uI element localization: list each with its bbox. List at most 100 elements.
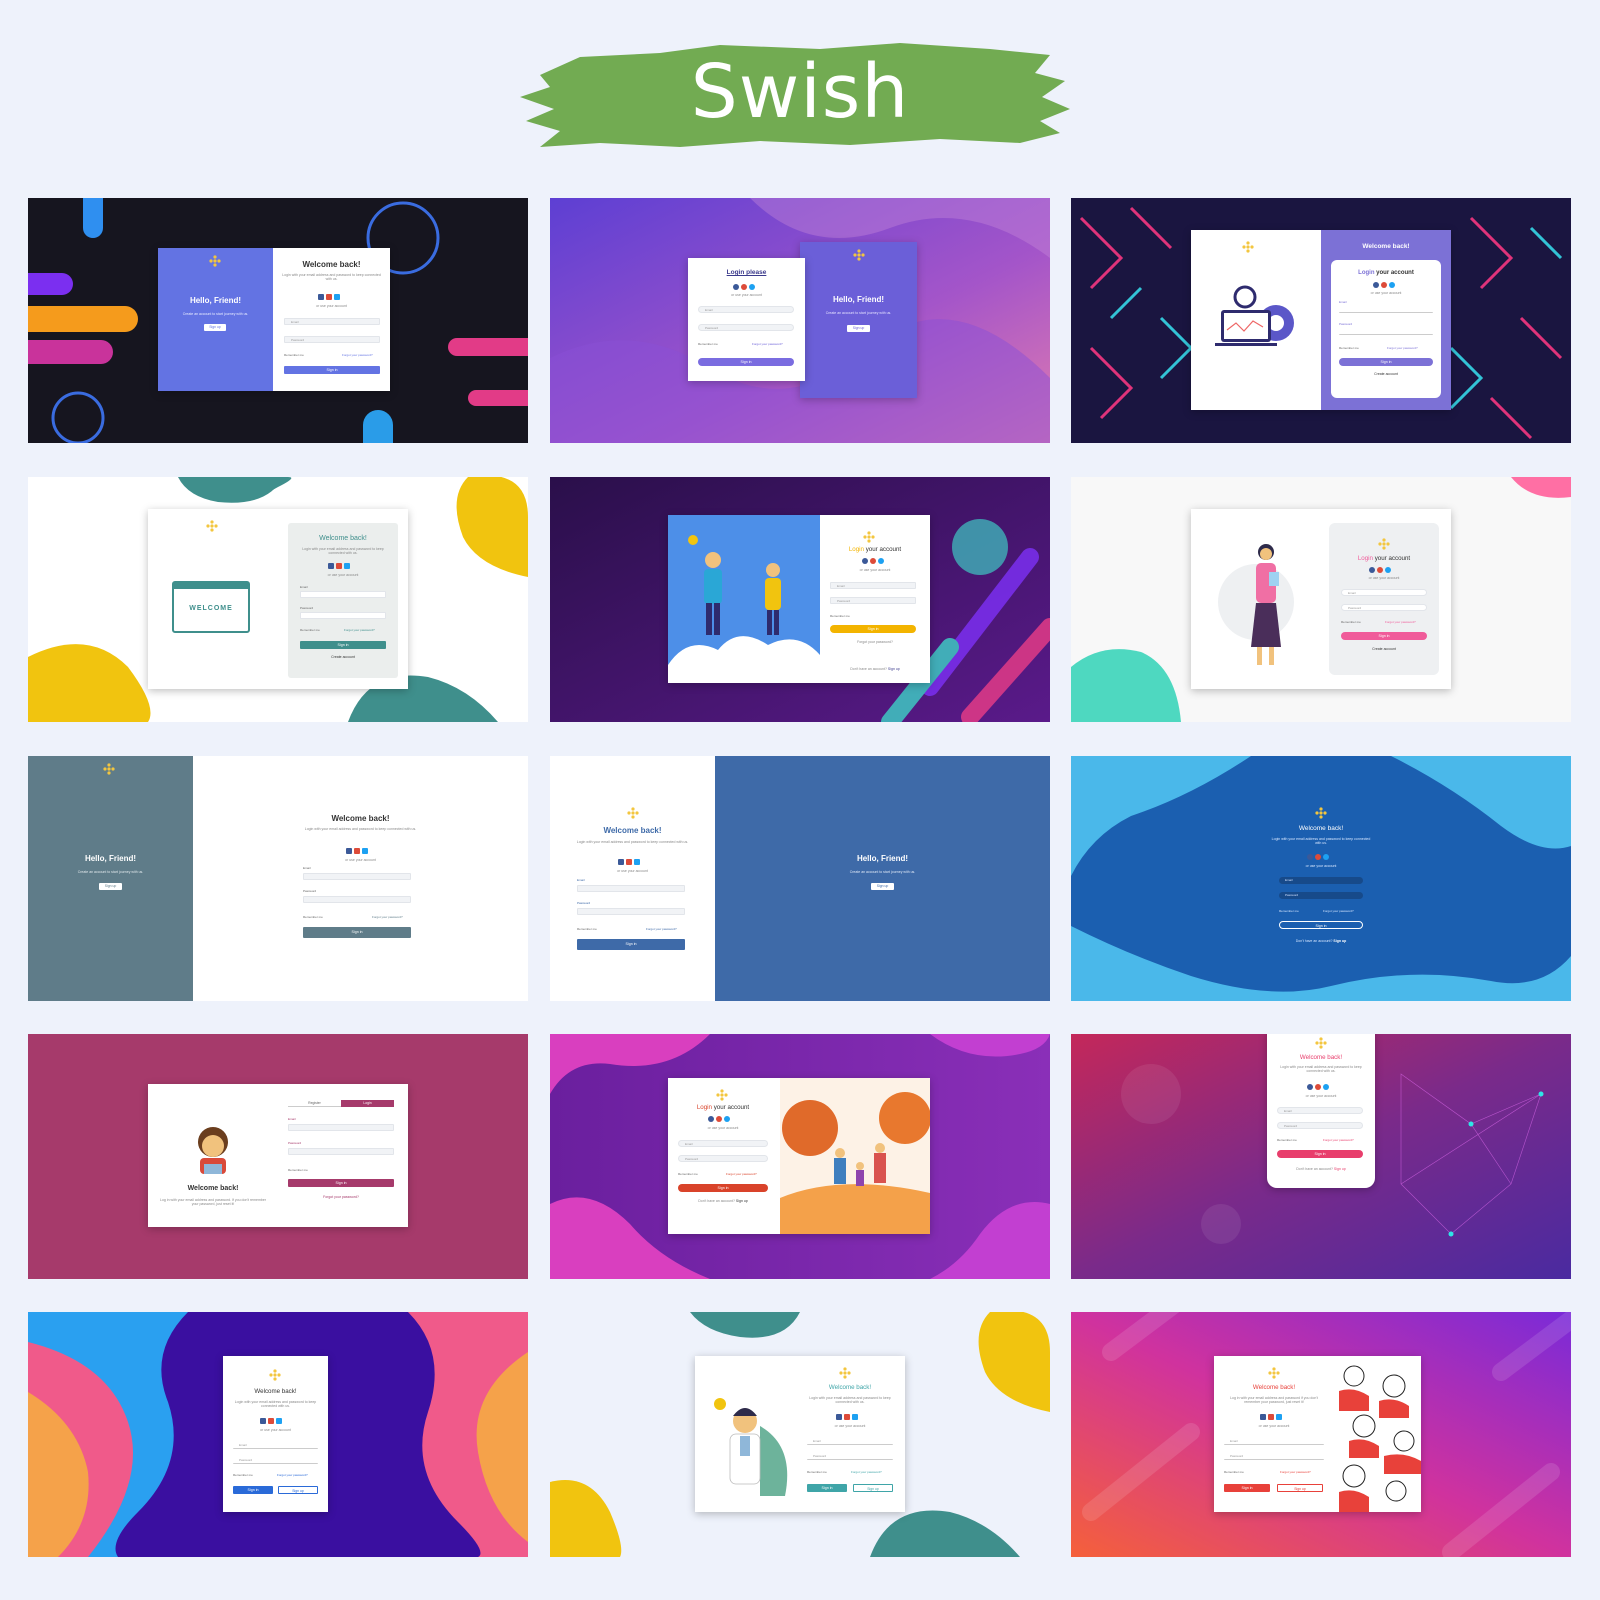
tab-register[interactable]: Register bbox=[288, 1100, 341, 1107]
email-field[interactable]: Email bbox=[284, 318, 380, 325]
forgot-link[interactable]: Forgot your password? bbox=[820, 640, 930, 644]
password-field[interactable]: Password bbox=[284, 336, 380, 343]
create-account-link[interactable]: Create account bbox=[1329, 647, 1439, 651]
remember-checkbox[interactable]: Remember me bbox=[1279, 909, 1299, 913]
google-plus-icon[interactable] bbox=[741, 284, 747, 290]
remember-checkbox[interactable]: Remember me bbox=[1224, 1470, 1244, 1474]
twitter-icon[interactable] bbox=[1276, 1414, 1282, 1420]
remember-checkbox[interactable]: Remember me bbox=[233, 1473, 253, 1477]
email-field[interactable]: Email bbox=[1279, 877, 1363, 884]
email-field[interactable]: Email bbox=[807, 1438, 893, 1445]
forgot-link[interactable]: Forgot your password? bbox=[1385, 620, 1416, 624]
signup-link[interactable]: Sign up bbox=[1334, 1167, 1346, 1171]
email-field[interactable]: Email bbox=[1277, 1107, 1363, 1114]
forgot-link[interactable]: Forgot your password? bbox=[277, 1473, 308, 1477]
remember-checkbox[interactable]: Remember me bbox=[830, 614, 850, 618]
twitter-icon[interactable] bbox=[878, 558, 884, 564]
google-plus-icon[interactable] bbox=[870, 558, 876, 564]
email-field[interactable]: Email bbox=[233, 1442, 318, 1449]
signin-button[interactable]: Sign in bbox=[1341, 632, 1427, 640]
google-plus-icon[interactable] bbox=[844, 1414, 850, 1420]
remember-checkbox[interactable]: Remember me bbox=[577, 927, 597, 931]
remember-checkbox[interactable]: Remember me bbox=[678, 1172, 698, 1176]
email-field[interactable]: Email bbox=[678, 1140, 768, 1147]
signin-button[interactable]: Sign in bbox=[1224, 1484, 1270, 1492]
password-field[interactable]: Password bbox=[1224, 1453, 1324, 1460]
twitter-icon[interactable] bbox=[362, 848, 368, 854]
email-field[interactable]: Email bbox=[1341, 589, 1427, 596]
signin-button[interactable]: Sign in bbox=[678, 1184, 768, 1192]
twitter-icon[interactable] bbox=[1323, 854, 1329, 860]
remember-checkbox[interactable]: Remember me bbox=[698, 342, 718, 346]
template-thumbnail-8[interactable]: Hello, Friend! Create an account to star… bbox=[550, 756, 1050, 1001]
template-thumbnail-12[interactable]: Welcome back! Login with your email addr… bbox=[1071, 1034, 1571, 1279]
remember-checkbox[interactable]: Remember me bbox=[1277, 1138, 1297, 1142]
facebook-icon[interactable] bbox=[733, 284, 739, 290]
google-plus-icon[interactable] bbox=[1315, 1084, 1321, 1090]
forgot-link[interactable]: Forgot your password? bbox=[342, 353, 373, 357]
password-field[interactable]: Password bbox=[807, 1453, 893, 1460]
password-field[interactable] bbox=[300, 612, 386, 619]
signup-button[interactable]: Sign up bbox=[1277, 1484, 1323, 1492]
password-field[interactable]: Password bbox=[1279, 892, 1363, 899]
password-field[interactable]: Password bbox=[1341, 604, 1427, 611]
template-thumbnail-10[interactable]: Welcome back! Log in with your email add… bbox=[28, 1034, 528, 1279]
email-field[interactable]: Email bbox=[830, 582, 916, 589]
template-thumbnail-15[interactable]: Welcome back! Log in with your email add… bbox=[1071, 1312, 1571, 1557]
signin-button[interactable]: Sign in bbox=[807, 1484, 847, 1492]
remember-checkbox[interactable]: Remember me bbox=[300, 628, 320, 632]
password-field[interactable]: Password bbox=[233, 1457, 318, 1464]
signup-button[interactable]: Sign up bbox=[847, 325, 870, 332]
facebook-icon[interactable] bbox=[862, 558, 868, 564]
google-plus-icon[interactable] bbox=[716, 1116, 722, 1122]
google-plus-icon[interactable] bbox=[1377, 567, 1383, 573]
template-thumbnail-2[interactable]: Hello, Friend! Create an account to star… bbox=[550, 198, 1050, 443]
template-thumbnail-6[interactable]: Login your account or use your account E… bbox=[1071, 477, 1571, 722]
template-thumbnail-5[interactable]: Login your account or use your account E… bbox=[550, 477, 1050, 722]
template-thumbnail-9[interactable]: Welcome back! Login with your email addr… bbox=[1071, 756, 1571, 1001]
email-field[interactable] bbox=[288, 1124, 394, 1131]
facebook-icon[interactable] bbox=[1373, 282, 1379, 288]
forgot-link[interactable]: Forgot your password? bbox=[1323, 1138, 1354, 1142]
template-thumbnail-14[interactable]: Welcome back! Login with your email addr… bbox=[550, 1312, 1050, 1557]
twitter-icon[interactable] bbox=[344, 563, 350, 569]
signup-link[interactable]: Sign up bbox=[1333, 939, 1346, 943]
facebook-icon[interactable] bbox=[1307, 854, 1313, 860]
forgot-link[interactable]: Forgot your password? bbox=[372, 915, 403, 919]
signin-button[interactable]: Sign in bbox=[288, 1179, 394, 1187]
forgot-link[interactable]: Forgot your password? bbox=[288, 1195, 394, 1199]
remember-checkbox[interactable]: Remember me bbox=[1341, 620, 1361, 624]
email-field[interactable] bbox=[300, 591, 386, 598]
signup-button[interactable]: Sign up bbox=[853, 1484, 893, 1492]
signin-button[interactable]: Sign in bbox=[233, 1486, 273, 1494]
signin-button[interactable]: Sign in bbox=[577, 939, 685, 950]
email-field[interactable] bbox=[577, 885, 685, 892]
facebook-icon[interactable] bbox=[328, 563, 334, 569]
forgot-link[interactable]: Forgot your password? bbox=[1280, 1470, 1311, 1474]
signup-button[interactable]: Sign up bbox=[871, 883, 894, 890]
facebook-icon[interactable] bbox=[618, 859, 624, 865]
signin-button[interactable]: Sign in bbox=[698, 358, 794, 366]
facebook-icon[interactable] bbox=[1260, 1414, 1266, 1420]
facebook-icon[interactable] bbox=[1369, 567, 1375, 573]
create-account-link[interactable]: Create account bbox=[288, 655, 398, 659]
forgot-link[interactable]: Forgot your password? bbox=[1387, 346, 1418, 350]
password-field[interactable]: Password bbox=[698, 324, 794, 331]
twitter-icon[interactable] bbox=[724, 1116, 730, 1122]
facebook-icon[interactable] bbox=[260, 1418, 266, 1424]
remember-checkbox[interactable]: Remember me bbox=[1339, 346, 1359, 350]
facebook-icon[interactable] bbox=[318, 294, 324, 300]
password-field[interactable] bbox=[288, 1148, 394, 1155]
google-plus-icon[interactable] bbox=[326, 294, 332, 300]
signin-button[interactable]: Sign in bbox=[1277, 1150, 1363, 1158]
signup-button[interactable]: Sign up bbox=[204, 324, 226, 331]
create-account-link[interactable]: Create account bbox=[1331, 372, 1441, 376]
signin-button[interactable]: Sign in bbox=[300, 641, 386, 649]
template-thumbnail-4[interactable]: WELCOME Welcome back! Login with your em… bbox=[28, 477, 528, 722]
facebook-icon[interactable] bbox=[1307, 1084, 1313, 1090]
facebook-icon[interactable] bbox=[836, 1414, 842, 1420]
forgot-link[interactable]: Forgot your password? bbox=[752, 342, 783, 346]
email-field[interactable]: Email bbox=[1224, 1438, 1324, 1445]
twitter-icon[interactable] bbox=[852, 1414, 858, 1420]
email-field[interactable]: Email bbox=[698, 306, 794, 313]
